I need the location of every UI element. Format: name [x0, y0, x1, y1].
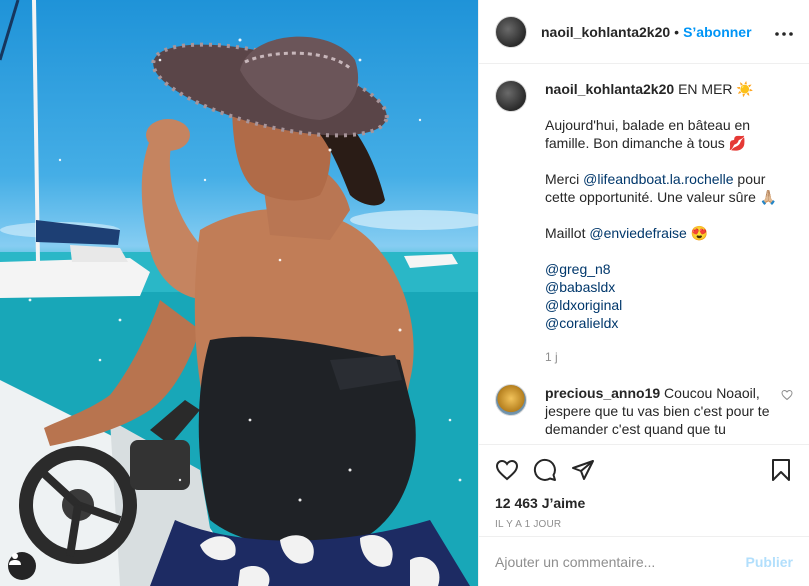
mention-link[interactable]: @coralieldx: [545, 314, 793, 332]
more-options-button[interactable]: [775, 21, 793, 42]
heart-icon: [495, 459, 519, 481]
like-button[interactable]: [495, 458, 519, 482]
caption-username[interactable]: naoil_kohlanta2k20: [545, 81, 674, 97]
comments-section[interactable]: naoil_kohlanta2k20 EN MER ☀️ Aujourd'hui…: [479, 64, 809, 444]
post-image: [0, 0, 478, 586]
comment-button[interactable]: [533, 458, 557, 482]
heart-icon: [781, 389, 793, 401]
caption-avatar[interactable]: [495, 80, 527, 112]
add-comment-bar: Publier: [479, 536, 809, 586]
post-photo[interactable]: [0, 0, 478, 586]
action-icons: [495, 455, 793, 485]
comment-item: precious_anno19 Coucou Noaoil, jespere q…: [495, 384, 793, 438]
post-header: naoil_kohlanta2k20 • S’abonner: [479, 0, 809, 64]
commenter-username[interactable]: precious_anno19: [545, 385, 660, 401]
separator-dot: •: [674, 23, 680, 40]
publish-button[interactable]: Publier: [746, 554, 793, 570]
mention-link[interactable]: @babasldx: [545, 278, 793, 296]
bookmark-icon: [772, 459, 790, 481]
share-button[interactable]: [571, 458, 595, 482]
comment-like-button[interactable]: [781, 388, 793, 404]
person-icon: [9, 553, 21, 565]
mention-link[interactable]: @enviedefraise: [589, 225, 687, 241]
speech-bubble-icon: [533, 458, 556, 481]
author-username[interactable]: naoil_kohlanta2k20: [541, 24, 670, 40]
caption-line-2: Merci @lifeandboat.la.rochelle pour cett…: [545, 171, 778, 205]
action-bar: 12 463 J’aime IL Y A 1 JOUR: [479, 444, 809, 530]
mention-link[interactable]: @greg_n8: [545, 260, 793, 278]
comment-input[interactable]: [495, 553, 746, 570]
caption-line-3: Maillot @enviedefraise 😍: [545, 225, 709, 241]
author-avatar[interactable]: [495, 15, 527, 48]
mention-link[interactable]: @ldxoriginal: [545, 296, 793, 314]
user-tag-button[interactable]: [8, 552, 36, 580]
mention-link[interactable]: @lifeandboat.la.rochelle: [583, 171, 733, 187]
follow-button[interactable]: S’abonner: [683, 24, 751, 40]
caption: naoil_kohlanta2k20 EN MER ☀️ Aujourd'hui…: [495, 80, 793, 366]
commenter-avatar[interactable]: [495, 384, 527, 416]
comment-text: precious_anno19 Coucou Noaoil, jespere q…: [545, 385, 770, 437]
caption-body: naoil_kohlanta2k20 EN MER ☀️ Aujourd'hui…: [545, 80, 793, 366]
save-button[interactable]: [769, 458, 793, 482]
post-date[interactable]: IL Y A 1 JOUR: [495, 519, 793, 530]
caption-location: EN MER ☀️: [678, 81, 754, 97]
caption-line-1: Aujourd'hui, balade en bâteau en famille…: [545, 117, 751, 151]
post-side-panel: naoil_kohlanta2k20 • S’abonner naoil_koh…: [478, 0, 809, 586]
like-count[interactable]: 12 463 J’aime: [495, 495, 793, 511]
caption-time[interactable]: 1 j: [545, 348, 793, 366]
paper-plane-icon: [572, 460, 594, 480]
ellipsis-icon: [775, 32, 793, 36]
